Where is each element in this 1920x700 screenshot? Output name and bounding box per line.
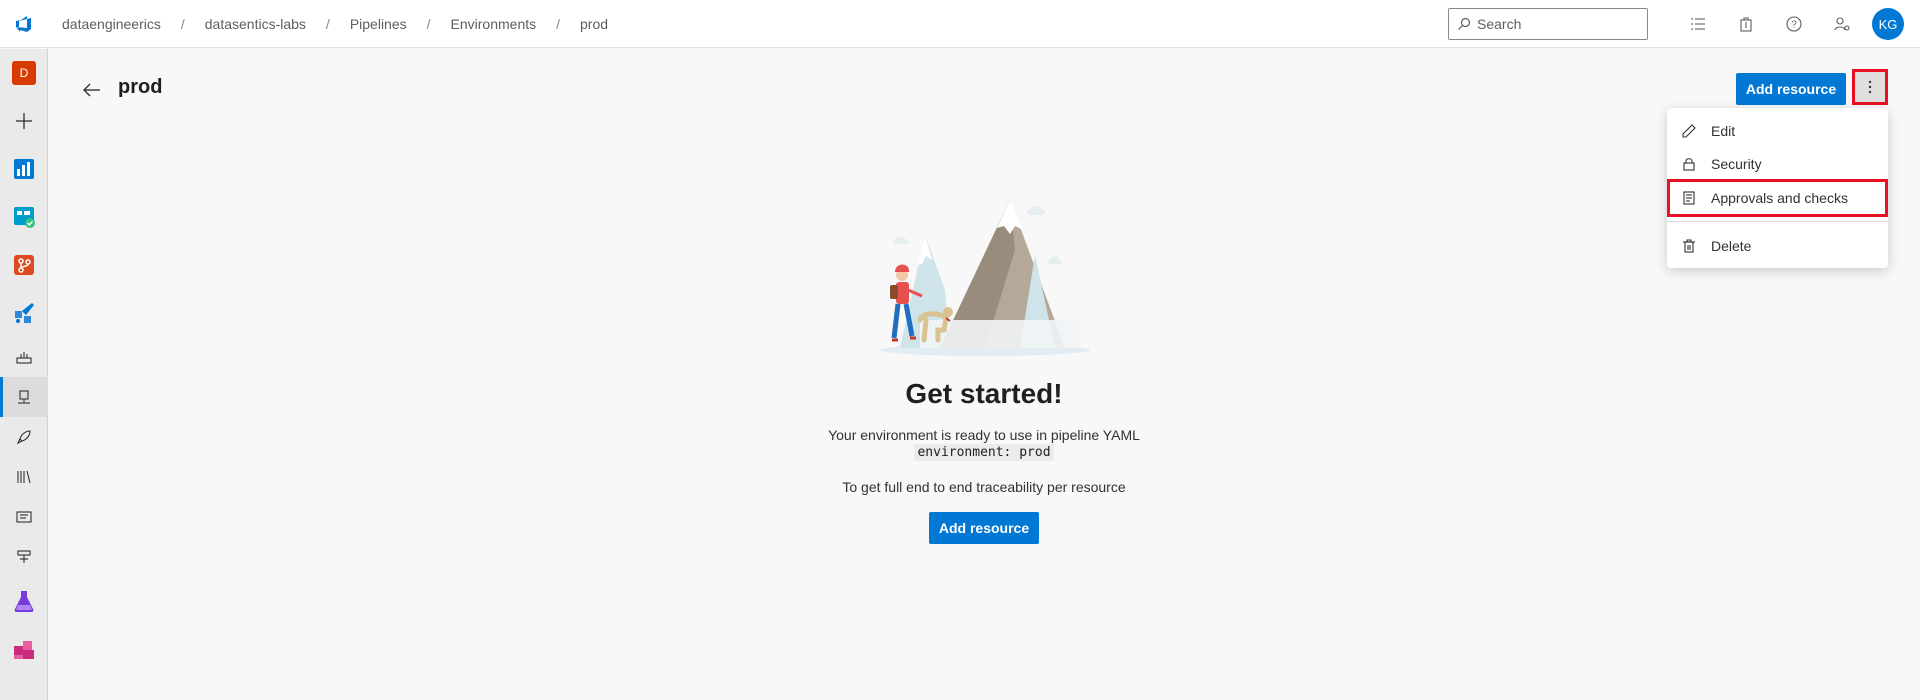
search-input[interactable] [1477,16,1637,32]
svg-text:?: ? [1791,20,1797,31]
menu-item-label: Edit [1711,122,1736,139]
marketplace-bag-icon[interactable] [1722,0,1770,48]
breadcrumb-pipelines[interactable]: Pipelines [346,16,411,32]
user-avatar[interactable]: KG [1872,8,1904,40]
menu-item-label: Security [1711,155,1762,172]
add-resource-center-button[interactable]: Add resource [929,512,1039,544]
breadcrumb-environments[interactable]: Environments [447,16,541,32]
repos-icon[interactable] [0,241,48,289]
deployment-groups-icon[interactable] [0,537,48,577]
trash-icon [1681,238,1697,254]
org-switcher[interactable]: D [0,49,48,97]
add-icon[interactable] [0,97,48,145]
back-arrow-icon[interactable] [80,78,104,102]
more-actions-button[interactable] [1852,69,1888,105]
menu-item-label: Delete [1711,237,1752,254]
task-groups-icon[interactable] [0,497,48,537]
checklist-icon [1681,190,1697,206]
breadcrumb-separator: / [556,15,561,32]
lock-icon [1681,156,1697,172]
pipelines-sub-icon[interactable] [0,337,48,377]
menu-item-delete[interactable]: Delete [1667,229,1888,262]
user-settings-icon[interactable] [1818,0,1866,48]
breadcrumb-separator: / [180,15,185,32]
empty-state-description: Your environment is ready to use in pipe… [828,427,1140,443]
top-bar: dataengineerics / datasentics-labs / Pip… [0,0,1920,48]
menu-item-edit[interactable]: Edit [1667,114,1888,147]
breadcrumb-current[interactable]: prod [576,16,612,32]
more-actions-menu: Edit Security Approvals and checks Delet… [1667,108,1888,268]
page-title: prod [118,76,163,98]
breadcrumb-separator: / [426,15,431,32]
breadcrumb: dataengineerics / datasentics-labs / Pip… [58,16,612,32]
pipelines-icon[interactable] [0,289,48,337]
empty-state-title: Get started! [905,378,1063,409]
empty-state-traceability-text: To get full end to end traceability per … [842,479,1126,495]
org-badge: D [12,61,36,85]
code-snippet-container: environment: prod [0,443,1920,461]
search-icon [1458,17,1471,30]
test-plans-icon[interactable] [0,577,48,625]
mountain-hiker-illustration [880,200,1090,356]
environment-yaml-snippet: environment: prod [914,444,1054,461]
breadcrumb-organization[interactable]: dataengineerics [58,16,165,32]
help-icon[interactable]: ? [1770,0,1818,48]
artifacts-icon[interactable] [0,625,48,673]
edit-icon [1681,123,1697,139]
menu-item-approvals-and-checks[interactable]: Approvals and checks [1667,179,1888,217]
menu-item-security[interactable]: Security [1667,147,1888,180]
breadcrumb-project[interactable]: datasentics-labs [201,16,310,32]
add-resource-button[interactable]: Add resource [1736,73,1846,105]
azure-devops-logo-icon[interactable] [0,0,48,48]
left-nav-rail: D [0,49,48,700]
more-vertical-icon [1868,80,1872,94]
menu-divider [1667,221,1888,222]
breadcrumb-separator: / [325,15,330,32]
menu-item-label: Approvals and checks [1711,190,1848,206]
overview-icon[interactable] [0,145,48,193]
search-box[interactable] [1448,8,1648,40]
task-list-icon[interactable] [1674,0,1722,48]
boards-icon[interactable] [0,193,48,241]
